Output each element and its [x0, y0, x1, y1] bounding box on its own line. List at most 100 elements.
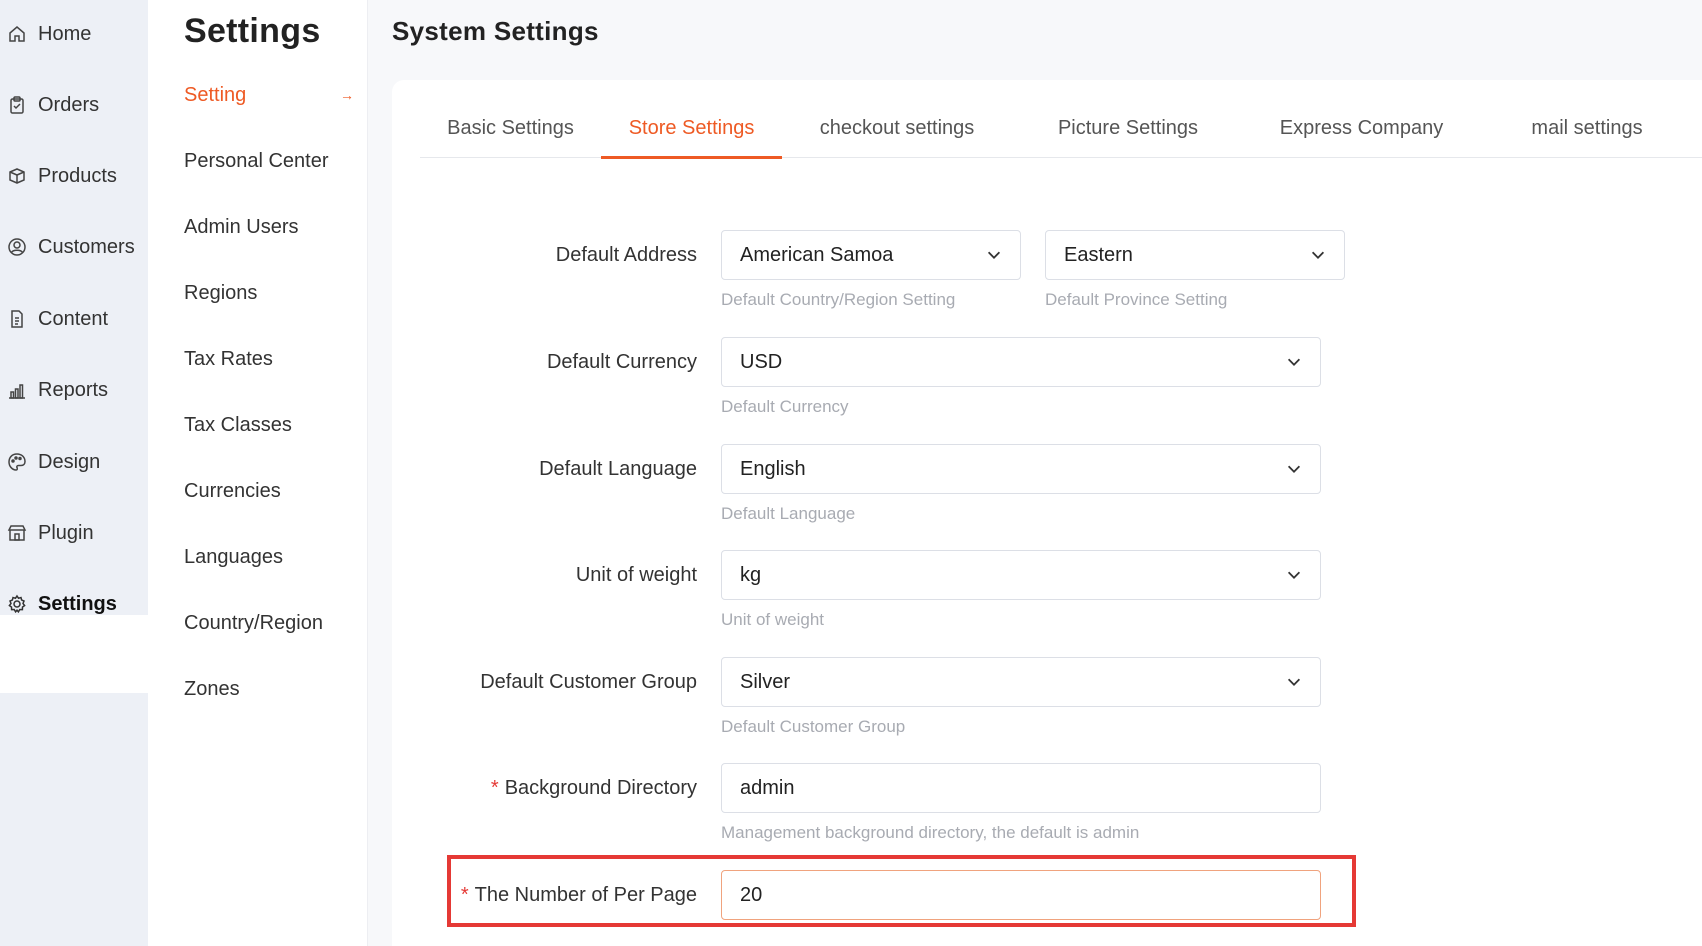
subnav-item-languages[interactable]: Languages	[184, 539, 354, 575]
field-label: * The Number of Per Page	[392, 870, 697, 920]
field-label: Default Customer Group	[480, 670, 697, 693]
chevron-down-icon	[1284, 459, 1304, 479]
subnav-item-tax-classes[interactable]: Tax Classes	[184, 407, 354, 443]
primary-sidebar-bottom-group	[0, 693, 148, 946]
primary-sidebar-selected-bg	[0, 615, 148, 693]
palette-icon	[6, 451, 28, 473]
select-value: USD	[740, 350, 783, 373]
language-select[interactable]: English	[721, 444, 1321, 494]
tab-basic-settings[interactable]: Basic Settings	[420, 98, 601, 158]
subnav-item-zones[interactable]: Zones	[184, 671, 354, 707]
chevron-down-icon	[1284, 352, 1304, 372]
nav-item-label: Plugin	[38, 521, 94, 544]
customer-group-select[interactable]: Silver	[721, 657, 1321, 707]
field-hint: Default Language	[721, 504, 856, 523]
weight-unit-select[interactable]: kg	[721, 550, 1321, 600]
nav-item-settings[interactable]: Settings	[0, 584, 148, 624]
field-label-text: Background Directory	[504, 776, 697, 799]
subnav-item-label: Tax Rates	[184, 347, 273, 370]
page-title: System Settings	[392, 16, 599, 46]
settings-card: Basic Settings Store Settings checkout s…	[392, 80, 1702, 946]
subnav-item-currencies[interactable]: Currencies	[184, 473, 354, 509]
bar-chart-icon	[6, 379, 28, 401]
chevron-down-icon	[1284, 565, 1304, 585]
field-label: Default Language	[539, 457, 697, 480]
subnav-item-label: Setting	[184, 83, 247, 106]
subnav-item-label: Languages	[184, 545, 283, 568]
tab-store-settings[interactable]: Store Settings	[601, 98, 782, 159]
nav-item-products[interactable]: Products	[0, 156, 148, 196]
select-value: American Samoa	[740, 243, 894, 266]
settings-tabs: Basic Settings Store Settings checkout s…	[420, 98, 1702, 159]
subnav-item-regions[interactable]: Regions	[184, 275, 354, 311]
subnav-item-label: Personal Center	[184, 149, 329, 172]
tab-express-company[interactable]: Express Company	[1244, 98, 1479, 158]
gear-icon	[6, 593, 28, 615]
field-hint: Unit of weight	[721, 610, 824, 629]
home-icon	[6, 23, 28, 45]
settings-subnav: Settings Setting → Personal Center Admin…	[148, 0, 368, 946]
field-label: Default Currency	[546, 350, 697, 373]
field-hint: Default Customer Group	[721, 717, 906, 736]
nav-item-label: Customers	[38, 235, 135, 258]
chevron-down-icon	[1284, 672, 1304, 692]
nav-item-label: Settings	[38, 592, 117, 615]
nav-item-label: Products	[38, 164, 117, 187]
subnav-item-personal-center[interactable]: Personal Center	[184, 143, 354, 179]
tab-checkout-settings[interactable]: checkout settings	[782, 98, 1012, 158]
main-content: System Settings Basic Settings Store Set…	[368, 0, 1702, 946]
nav-item-label: Design	[38, 450, 101, 473]
subnav-item-label: Country/Region	[184, 611, 323, 634]
subnav-item-admin-users[interactable]: Admin Users	[184, 209, 354, 245]
nav-item-label: Orders	[38, 93, 100, 116]
document-icon	[6, 308, 28, 330]
nav-item-orders[interactable]: Orders	[0, 85, 148, 125]
nav-item-home[interactable]: Home	[0, 14, 148, 54]
select-value: English	[740, 457, 806, 480]
store-icon	[6, 522, 28, 544]
subnav-item-setting[interactable]: Setting →	[184, 77, 354, 113]
tab-mail-settings[interactable]: mail settings	[1479, 98, 1695, 158]
subnav-item-label: Currencies	[184, 479, 281, 502]
select-value: Eastern	[1064, 243, 1133, 266]
select-value: Silver	[740, 670, 791, 693]
field-label-text: The Number of Per Page	[474, 883, 697, 906]
subnav-item-label: Regions	[184, 281, 258, 304]
field-hint: Default Country/Region Setting	[721, 290, 956, 309]
nav-item-content[interactable]: Content	[0, 299, 148, 339]
nav-item-label: Reports	[38, 378, 109, 401]
subnav-item-label: Tax Classes	[184, 413, 292, 436]
field-label: Unit of weight	[575, 563, 697, 586]
field-label: * Background Directory	[392, 763, 697, 813]
tab-picture-settings[interactable]: Picture Settings	[1012, 98, 1244, 158]
subnav-item-country-region[interactable]: Country/Region	[184, 605, 354, 641]
clipboard-icon	[6, 94, 28, 116]
nav-item-customers[interactable]: Customers	[0, 227, 148, 267]
background-directory-input[interactable]: admin	[721, 763, 1321, 813]
input-value: admin	[740, 776, 795, 799]
arrow-right-icon: →	[340, 87, 354, 103]
required-mark: *	[490, 776, 499, 799]
primary-sidebar: Home Orders Products Customers Content R…	[0, 0, 148, 946]
field-hint: Management background directory, the def…	[721, 823, 1140, 842]
nav-item-plugin[interactable]: Plugin	[0, 513, 148, 553]
select-value: kg	[740, 563, 762, 586]
country-select[interactable]: American Samoa	[721, 230, 1021, 280]
per-page-input[interactable]: 20	[721, 870, 1321, 920]
chevron-down-icon	[984, 245, 1004, 265]
subnav-item-tax-rates[interactable]: Tax Rates	[184, 341, 354, 377]
province-select[interactable]: Eastern	[1045, 230, 1345, 280]
field-label: Default Address	[555, 243, 697, 266]
nav-item-reports[interactable]: Reports	[0, 370, 148, 410]
subnav-item-label: Admin Users	[184, 215, 299, 238]
user-circle-icon	[6, 236, 28, 258]
subnav-title: Settings	[184, 12, 321, 50]
nav-item-design[interactable]: Design	[0, 442, 148, 482]
required-mark: *	[460, 883, 469, 906]
subnav-item-label: Zones	[184, 677, 240, 700]
nav-item-label: Content	[38, 307, 109, 330]
chevron-down-icon	[1308, 245, 1328, 265]
currency-select[interactable]: USD	[721, 337, 1321, 387]
field-hint: Default Currency	[721, 397, 849, 416]
nav-item-label: Home	[38, 22, 92, 45]
